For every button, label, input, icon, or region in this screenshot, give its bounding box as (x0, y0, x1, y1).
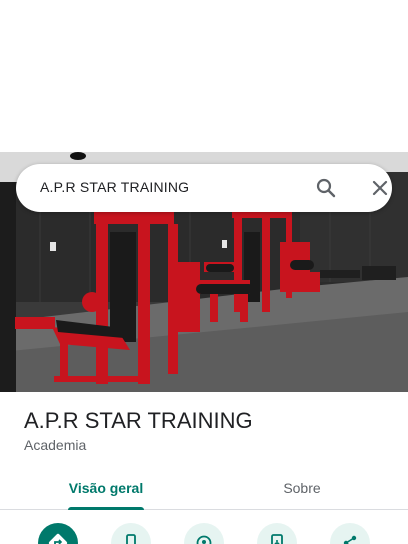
save-icon (196, 535, 212, 544)
tab-about[interactable]: Sobre (252, 466, 352, 510)
tab-overview[interactable]: Visão geral (56, 466, 156, 510)
save-button[interactable] (184, 523, 224, 544)
call-button[interactable] (111, 523, 151, 544)
action-buttons (0, 510, 408, 544)
add-to-phone-icon (271, 534, 283, 544)
map-blank-area (0, 0, 408, 152)
place-category[interactable]: Academia (24, 437, 86, 453)
tab-bar: Visão geral Sobre (0, 466, 408, 510)
search-query[interactable]: A.P.R STAR TRAINING (40, 179, 189, 195)
place-title: A.P.R STAR TRAINING (24, 408, 253, 433)
share-button[interactable] (330, 523, 370, 544)
phone-icon (126, 534, 136, 544)
search-icon[interactable] (314, 176, 338, 200)
send-to-phone-button[interactable] (257, 523, 297, 544)
close-icon[interactable] (368, 176, 392, 200)
search-bar[interactable]: A.P.R STAR TRAINING (16, 164, 392, 212)
directions-icon (48, 533, 68, 544)
directions-button[interactable] (38, 523, 78, 544)
share-icon (343, 535, 357, 544)
